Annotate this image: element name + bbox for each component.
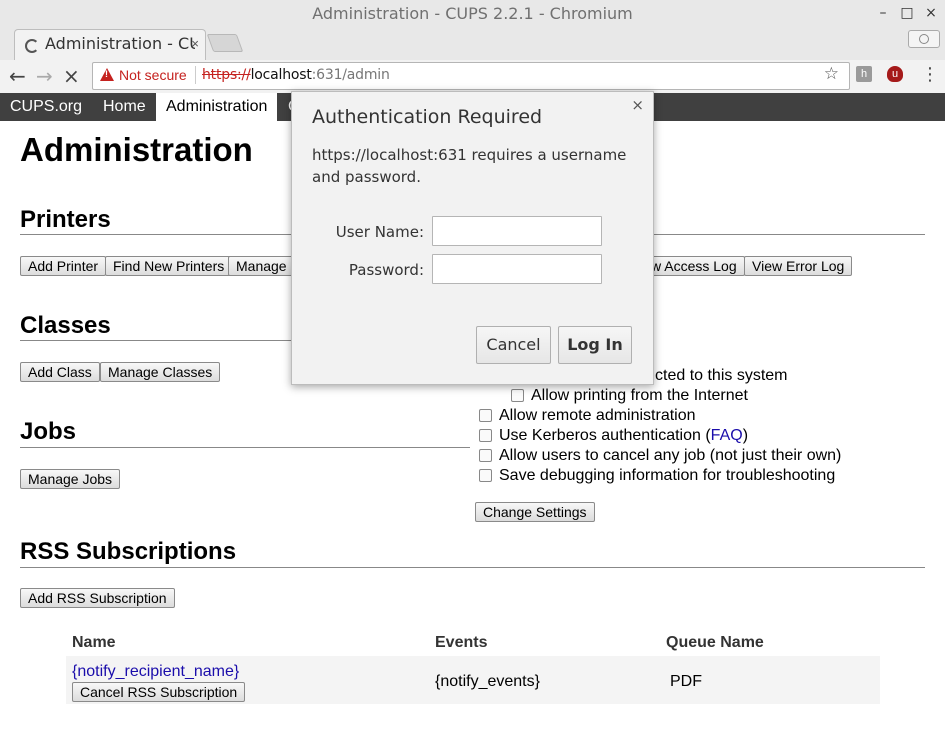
dialog-close-icon[interactable]: ×: [631, 96, 644, 114]
username-label: User Name:: [335, 223, 424, 241]
table-row: {notify_recipient_name} Cancel RSS Subsc…: [66, 656, 880, 704]
column-header-queue: Queue Name: [666, 634, 764, 651]
new-tab-button[interactable]: [206, 34, 244, 52]
nav-administration[interactable]: Administration: [156, 93, 278, 121]
dialog-title: Authentication Required: [312, 106, 543, 128]
tab-close-icon[interactable]: ×: [191, 36, 199, 51]
username-field[interactable]: [432, 216, 602, 246]
setting-cancel-any-job: Allow users to cancel any job (not just …: [499, 447, 842, 464]
window-titlebar: Administration - CUPS 2.2.1 - Chromium –…: [0, 0, 945, 61]
address-divider: [195, 66, 196, 84]
manage-classes-button[interactable]: Manage Classes: [100, 362, 221, 382]
password-label: Password:: [348, 261, 424, 279]
warning-icon: [100, 68, 114, 81]
cancel-button[interactable]: Cancel: [476, 326, 551, 364]
address-bar[interactable]: Not secure https://localhost:631/admin ☆: [92, 62, 850, 90]
window-title: Administration - CUPS 2.2.1 - Chromium: [312, 4, 633, 23]
column-header-name: Name: [72, 634, 116, 651]
nav-home[interactable]: Home: [93, 93, 156, 121]
jobs-heading: Jobs: [20, 418, 77, 445]
change-settings-button[interactable]: Change Settings: [475, 502, 595, 522]
url-text[interactable]: https://localhost:631/admin: [202, 67, 390, 83]
close-window-button[interactable]: ×: [923, 5, 939, 21]
loading-spinner-icon: [25, 39, 39, 53]
setting-label: cted to this system: [655, 367, 788, 384]
bookmark-star-icon[interactable]: ☆: [824, 64, 839, 84]
view-error-log-button[interactable]: View Error Log: [744, 256, 853, 276]
debug-logging-checkbox[interactable]: [479, 469, 492, 482]
classes-heading: Classes: [20, 312, 111, 339]
remote-admin-checkbox[interactable]: [479, 409, 492, 422]
minimize-button[interactable]: –: [875, 5, 891, 21]
allow-internet-checkbox[interactable]: [511, 389, 524, 402]
url-path: :631/admin: [311, 67, 390, 83]
kerberos-suffix: ): [742, 427, 749, 444]
url-protocol: https://: [202, 67, 251, 83]
rss-divider: [20, 567, 925, 568]
browser-menu-icon[interactable]: ⋮: [921, 64, 939, 85]
tab-title: Administration - CUPS: [45, 34, 195, 53]
browser-toolbar: ← → × Not secure https://localhost:631/a…: [0, 60, 945, 94]
dialog-message: https://localhost:631 requires a usernam…: [312, 146, 627, 186]
rss-heading: RSS Subscriptions: [20, 538, 237, 565]
auth-dialog: × Authentication Required https://localh…: [291, 91, 654, 385]
page-title: Administration: [20, 131, 253, 168]
subscription-name-link[interactable]: {notify_recipient_name}: [72, 663, 239, 681]
back-icon[interactable]: ←: [9, 64, 26, 88]
setting-allow-internet: Allow printing from the Internet: [531, 387, 748, 404]
kerberos-label: Use Kerberos authentication (: [499, 427, 711, 444]
column-header-events: Events: [435, 634, 488, 651]
nav-cups-org[interactable]: CUPS.org: [0, 93, 92, 121]
find-new-printers-button[interactable]: Find New Printers: [105, 256, 233, 276]
browser-tab[interactable]: Administration - CUPS ×: [14, 29, 206, 61]
security-indicator[interactable]: Not secure: [119, 67, 187, 83]
cancel-any-job-checkbox[interactable]: [479, 449, 492, 462]
printers-heading: Printers: [20, 206, 111, 233]
ublock-extension-icon[interactable]: u: [887, 66, 903, 82]
manage-jobs-button[interactable]: Manage Jobs: [20, 469, 121, 489]
add-printer-button[interactable]: Add Printer: [20, 256, 107, 276]
cancel-rss-subscription-button[interactable]: Cancel RSS Subscription: [72, 682, 246, 702]
setting-debug-logging: Save debugging information for troublesh…: [499, 467, 836, 484]
profile-icon[interactable]: [908, 30, 940, 48]
subscription-events: {notify_events}: [435, 673, 540, 690]
setting-remote-admin: Allow remote administration: [499, 407, 696, 424]
stop-loading-icon[interactable]: ×: [63, 64, 80, 88]
add-rss-subscription-button[interactable]: Add RSS Subscription: [20, 588, 175, 608]
faq-link[interactable]: FAQ: [711, 427, 743, 444]
kerberos-checkbox[interactable]: [479, 429, 492, 442]
setting-kerberos: Use Kerberos authentication (FAQ): [499, 427, 748, 445]
url-host: localhost: [250, 67, 312, 83]
h-extension-icon[interactable]: h: [856, 66, 872, 82]
add-class-button[interactable]: Add Class: [20, 362, 100, 382]
log-in-button[interactable]: Log In: [558, 326, 632, 364]
setting-share-printers: cted to this system: [655, 367, 788, 385]
maximize-button[interactable]: □: [899, 5, 915, 21]
jobs-divider: [20, 447, 470, 448]
forward-icon[interactable]: →: [36, 64, 53, 88]
subscription-queue: PDF: [670, 673, 702, 690]
password-field[interactable]: [432, 254, 602, 284]
